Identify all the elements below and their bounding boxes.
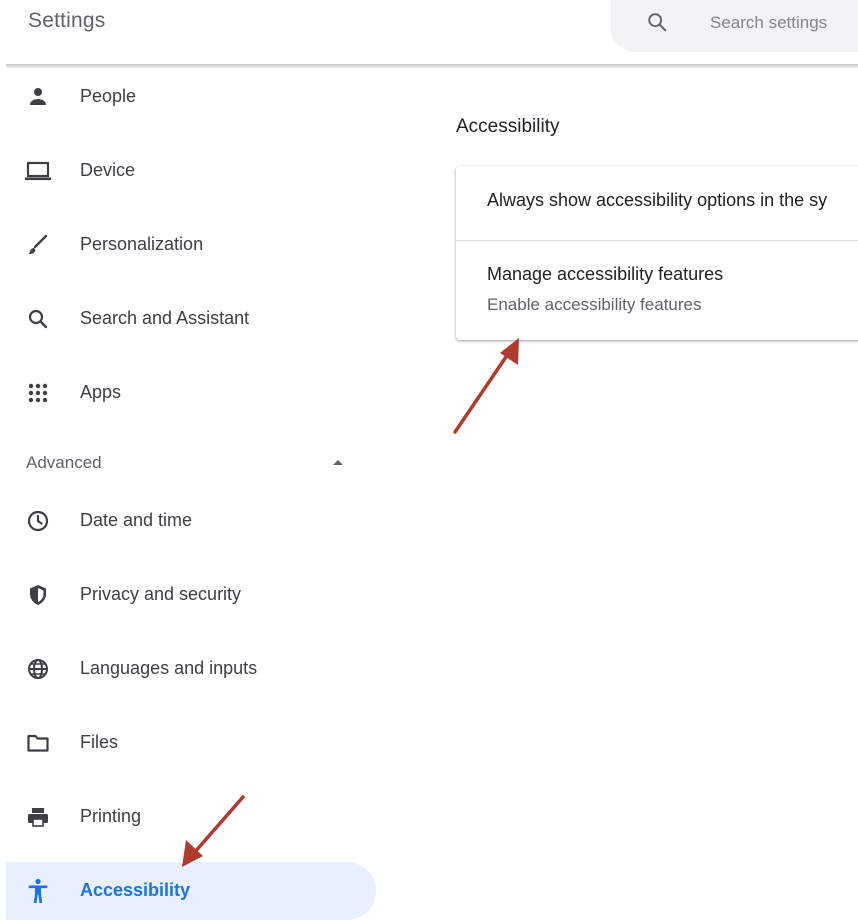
sidebar-item-label: Search and Assistant <box>80 308 250 328</box>
sidebar-item-search-and-assistant[interactable]: Search and Assistant <box>6 290 376 348</box>
sidebar-item-privacy-and-security[interactable]: Privacy and security <box>6 566 376 624</box>
apps-grid-icon <box>24 379 52 407</box>
sidebar-item-label: Files <box>80 732 119 752</box>
sidebar-item-printing[interactable]: Printing <box>6 788 376 846</box>
sidebar-item-files[interactable]: Files <box>6 714 376 772</box>
accessibility-icon <box>24 877 52 905</box>
sidebar-item-personalization[interactable]: Personalization <box>6 216 376 274</box>
search-box[interactable] <box>610 0 858 52</box>
always-show-accessibility-options-row[interactable]: Always show accessibility options in the… <box>456 166 858 240</box>
sidebar-item-label: People <box>80 86 137 106</box>
sidebar-item-apps[interactable]: Apps <box>6 364 376 422</box>
row-title: Always show accessibility options in the… <box>487 190 828 210</box>
sidebar-item-date-and-time[interactable]: Date and time <box>6 492 376 550</box>
sidebar-item-label: Printing <box>80 806 142 826</box>
sidebar-item-label: Date and time <box>80 510 193 530</box>
sidebar: People Device Personalization Search and… <box>0 68 380 921</box>
search-icon <box>24 305 52 333</box>
search-icon <box>648 13 667 32</box>
folder-icon <box>24 729 52 757</box>
settings-card: Always show accessibility options in the… <box>456 166 858 340</box>
sidebar-item-label: Privacy and security <box>80 584 242 604</box>
row-subtitle: Enable accessibility features <box>487 295 702 314</box>
globe-icon <box>24 655 52 683</box>
sidebar-item-label: Device <box>80 160 136 180</box>
search-input[interactable] <box>708 10 858 36</box>
person-icon <box>24 83 52 111</box>
printer-icon <box>24 803 52 831</box>
sidebar-item-label: Apps <box>80 382 122 402</box>
sidebar-item-label: Accessibility <box>80 880 191 900</box>
shield-icon <box>24 581 52 609</box>
app-title: Settings <box>28 9 106 32</box>
manage-accessibility-features-row[interactable]: Manage accessibility features Enable acc… <box>456 241 858 340</box>
advanced-section-label: Advanced <box>26 453 102 472</box>
sidebar-item-accessibility[interactable]: Accessibility <box>6 862 376 920</box>
sidebar-item-label: Languages and inputs <box>80 658 258 678</box>
caret-up-icon <box>333 460 343 465</box>
annotation-arrow-icon <box>453 338 519 434</box>
row-title: Manage accessibility features <box>487 264 724 284</box>
advanced-section-toggle[interactable]: Advanced <box>6 448 376 480</box>
sidebar-item-label: Personalization <box>80 234 204 254</box>
sidebar-item-languages-and-inputs[interactable]: Languages and inputs <box>6 640 376 698</box>
sidebar-item-people[interactable]: People <box>6 68 376 126</box>
brush-icon <box>24 231 52 259</box>
sidebar-item-device[interactable]: Device <box>6 142 376 200</box>
page-title: Accessibility <box>456 116 560 137</box>
top-bar: Settings <box>0 0 858 68</box>
clock-icon <box>24 507 52 535</box>
laptop-icon <box>24 157 52 185</box>
